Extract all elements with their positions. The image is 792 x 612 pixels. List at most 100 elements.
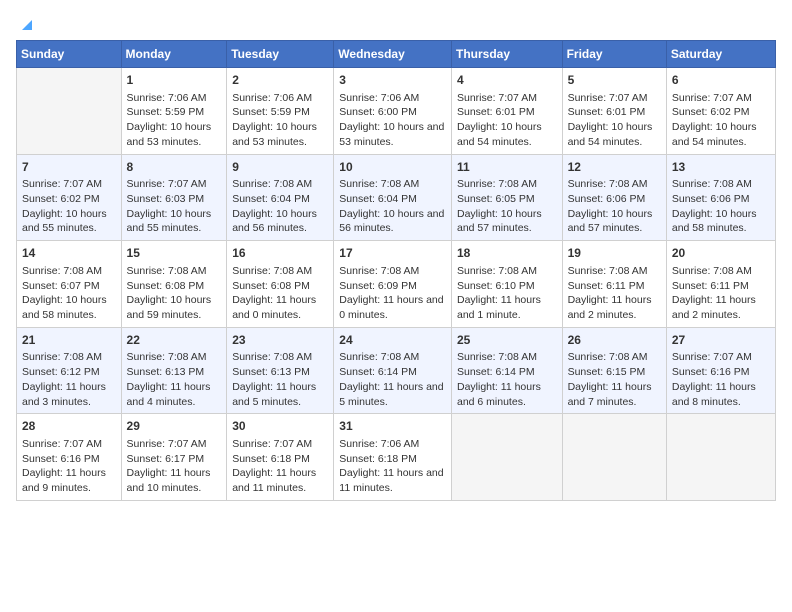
sunrise-text: Sunrise: 7:07 AM <box>672 350 770 365</box>
sunset-text: Sunset: 6:03 PM <box>127 192 222 207</box>
daylight-text: Daylight: 11 hours and 6 minutes. <box>457 380 557 409</box>
daylight-text: Daylight: 11 hours and 8 minutes. <box>672 380 770 409</box>
day-number: 24 <box>339 332 446 349</box>
sunset-text: Sunset: 6:00 PM <box>339 105 446 120</box>
sunset-text: Sunset: 5:59 PM <box>127 105 222 120</box>
day-number: 6 <box>672 72 770 89</box>
day-number: 18 <box>457 245 557 262</box>
calendar-cell <box>666 414 775 501</box>
day-number: 22 <box>127 332 222 349</box>
sunrise-text: Sunrise: 7:08 AM <box>672 264 770 279</box>
sunset-text: Sunset: 6:14 PM <box>339 365 446 380</box>
day-number: 17 <box>339 245 446 262</box>
sunrise-text: Sunrise: 7:08 AM <box>232 177 328 192</box>
calendar-cell: 19Sunrise: 7:08 AMSunset: 6:11 PMDayligh… <box>562 241 666 328</box>
sunrise-text: Sunrise: 7:08 AM <box>232 264 328 279</box>
sunset-text: Sunset: 6:04 PM <box>232 192 328 207</box>
daylight-text: Daylight: 10 hours and 59 minutes. <box>127 293 222 322</box>
day-number: 2 <box>232 72 328 89</box>
day-number: 8 <box>127 159 222 176</box>
calendar-week-row: 7Sunrise: 7:07 AMSunset: 6:02 PMDaylight… <box>17 154 776 241</box>
daylight-text: Daylight: 11 hours and 2 minutes. <box>672 293 770 322</box>
sunset-text: Sunset: 6:01 PM <box>457 105 557 120</box>
calendar-cell: 25Sunrise: 7:08 AMSunset: 6:14 PMDayligh… <box>451 327 562 414</box>
daylight-text: Daylight: 10 hours and 54 minutes. <box>457 120 557 149</box>
calendar-cell: 20Sunrise: 7:08 AMSunset: 6:11 PMDayligh… <box>666 241 775 328</box>
day-number: 23 <box>232 332 328 349</box>
calendar-cell: 13Sunrise: 7:08 AMSunset: 6:06 PMDayligh… <box>666 154 775 241</box>
calendar-cell <box>451 414 562 501</box>
sunrise-text: Sunrise: 7:06 AM <box>127 91 222 106</box>
day-number: 5 <box>568 72 661 89</box>
sunrise-text: Sunrise: 7:08 AM <box>127 350 222 365</box>
calendar-cell: 1Sunrise: 7:06 AMSunset: 5:59 PMDaylight… <box>121 68 227 155</box>
sunrise-text: Sunrise: 7:07 AM <box>568 91 661 106</box>
day-number: 11 <box>457 159 557 176</box>
calendar-cell: 21Sunrise: 7:08 AMSunset: 6:12 PMDayligh… <box>17 327 122 414</box>
calendar-cell: 11Sunrise: 7:08 AMSunset: 6:05 PMDayligh… <box>451 154 562 241</box>
day-number: 14 <box>22 245 116 262</box>
day-number: 10 <box>339 159 446 176</box>
sunset-text: Sunset: 6:06 PM <box>672 192 770 207</box>
sunset-text: Sunset: 6:10 PM <box>457 279 557 294</box>
calendar-cell: 17Sunrise: 7:08 AMSunset: 6:09 PMDayligh… <box>334 241 452 328</box>
daylight-text: Daylight: 11 hours and 0 minutes. <box>232 293 328 322</box>
sunset-text: Sunset: 6:18 PM <box>232 452 328 467</box>
calendar-cell: 3Sunrise: 7:06 AMSunset: 6:00 PMDaylight… <box>334 68 452 155</box>
day-number: 9 <box>232 159 328 176</box>
daylight-text: Daylight: 11 hours and 4 minutes. <box>127 380 222 409</box>
daylight-text: Daylight: 11 hours and 1 minute. <box>457 293 557 322</box>
sunset-text: Sunset: 6:01 PM <box>568 105 661 120</box>
daylight-text: Daylight: 10 hours and 57 minutes. <box>568 207 661 236</box>
day-number: 13 <box>672 159 770 176</box>
sunset-text: Sunset: 6:05 PM <box>457 192 557 207</box>
sunrise-text: Sunrise: 7:08 AM <box>568 177 661 192</box>
sunset-text: Sunset: 6:02 PM <box>672 105 770 120</box>
sunrise-text: Sunrise: 7:08 AM <box>457 350 557 365</box>
daylight-text: Daylight: 10 hours and 57 minutes. <box>457 207 557 236</box>
daylight-text: Daylight: 10 hours and 56 minutes. <box>339 207 446 236</box>
sunrise-text: Sunrise: 7:08 AM <box>339 177 446 192</box>
sunset-text: Sunset: 6:13 PM <box>232 365 328 380</box>
sunset-text: Sunset: 6:14 PM <box>457 365 557 380</box>
calendar-cell: 14 Sunrise: 7:08 AMSunset: 6:07 PMDayligh… <box>17 241 122 328</box>
header-cell-friday: Friday <box>562 41 666 68</box>
sunset-text: Sunset: 6:08 PM <box>127 279 222 294</box>
daylight-text: Daylight: 10 hours and 55 minutes. <box>22 207 116 236</box>
calendar-cell <box>562 414 666 501</box>
calendar-cell: 15Sunrise: 7:08 AMSunset: 6:08 PMDayligh… <box>121 241 227 328</box>
sunset-text: Sunset: 6:07 PM <box>22 279 116 294</box>
calendar-cell: 27Sunrise: 7:07 AMSunset: 6:16 PMDayligh… <box>666 327 775 414</box>
sunrise-text: Sunrise: 7:08 AM <box>22 264 116 279</box>
daylight-text: Daylight: 11 hours and 11 minutes. <box>339 466 446 495</box>
calendar-cell: 26Sunrise: 7:08 AMSunset: 6:15 PMDayligh… <box>562 327 666 414</box>
daylight-text: Daylight: 10 hours and 54 minutes. <box>568 120 661 149</box>
sunset-text: Sunset: 5:59 PM <box>232 105 328 120</box>
day-number: 21 <box>22 332 116 349</box>
calendar-week-row: 21Sunrise: 7:08 AMSunset: 6:12 PMDayligh… <box>17 327 776 414</box>
daylight-text: Daylight: 10 hours and 58 minutes. <box>22 293 116 322</box>
header-cell-wednesday: Wednesday <box>334 41 452 68</box>
header-cell-saturday: Saturday <box>666 41 775 68</box>
sunset-text: Sunset: 6:09 PM <box>339 279 446 294</box>
day-number: 19 <box>568 245 661 262</box>
sunset-text: Sunset: 6:12 PM <box>22 365 116 380</box>
sunrise-text: Sunrise: 7:08 AM <box>339 264 446 279</box>
daylight-text: Daylight: 11 hours and 5 minutes. <box>339 380 446 409</box>
sunrise-text: Sunrise: 7:08 AM <box>568 264 661 279</box>
sunset-text: Sunset: 6:08 PM <box>232 279 328 294</box>
daylight-text: Daylight: 11 hours and 7 minutes. <box>568 380 661 409</box>
header-cell-sunday: Sunday <box>17 41 122 68</box>
sunset-text: Sunset: 6:06 PM <box>568 192 661 207</box>
calendar-cell: 30Sunrise: 7:07 AMSunset: 6:18 PMDayligh… <box>227 414 334 501</box>
sunrise-text: Sunrise: 7:07 AM <box>127 177 222 192</box>
header-cell-monday: Monday <box>121 41 227 68</box>
sunrise-text: Sunrise: 7:08 AM <box>127 264 222 279</box>
calendar-cell: 2Sunrise: 7:06 AMSunset: 5:59 PMDaylight… <box>227 68 334 155</box>
sunrise-text: Sunrise: 7:07 AM <box>22 177 116 192</box>
day-number: 27 <box>672 332 770 349</box>
sunrise-text: Sunrise: 7:08 AM <box>568 350 661 365</box>
calendar-cell: 7Sunrise: 7:07 AMSunset: 6:02 PMDaylight… <box>17 154 122 241</box>
daylight-text: Daylight: 11 hours and 3 minutes. <box>22 380 116 409</box>
daylight-text: Daylight: 11 hours and 9 minutes. <box>22 466 116 495</box>
